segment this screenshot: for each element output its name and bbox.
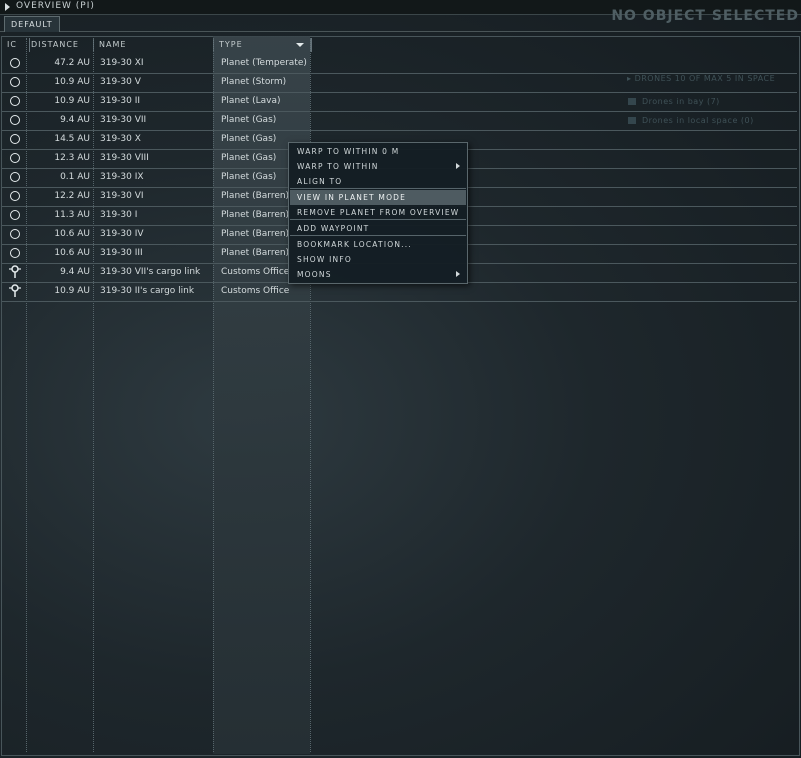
row-distance: 12.2 AU — [54, 191, 90, 201]
menu-item-label: BOOKMARK LOCATION... — [297, 240, 412, 249]
menu-item-view-in-planet-mode[interactable]: VIEW IN PLANET MODE — [290, 190, 466, 205]
row-type: Planet (Storm) — [221, 77, 287, 87]
tab-bar: DEFAULT — [0, 15, 801, 32]
menu-separator — [290, 219, 466, 220]
row-name: 319-30 IV — [100, 229, 144, 239]
menu-item-warp-to-within[interactable]: WARP TO WITHIN — [290, 159, 466, 174]
column-header-end — [311, 38, 312, 52]
table-row[interactable]: 47.2 AU 319-30 XI Planet (Temperate) — [2, 54, 797, 74]
collapse-triangle-icon[interactable] — [5, 3, 10, 11]
row-icon-cell — [5, 187, 23, 206]
row-icon-cell — [5, 111, 23, 130]
row-name: 319-30 III — [100, 248, 143, 258]
row-icon-cell — [5, 206, 23, 225]
row-icon-cell — [5, 168, 23, 187]
menu-item-label: REMOVE PLANET FROM OVERVIEW — [297, 208, 460, 217]
customs-office-icon — [9, 284, 21, 297]
row-icon-cell — [5, 130, 23, 149]
menu-item-label: MOONS — [297, 270, 332, 279]
submenu-arrow-icon — [456, 163, 460, 169]
menu-item-align-to[interactable]: ALIGN TO — [290, 174, 466, 189]
menu-item-remove-planet-from-overview[interactable]: REMOVE PLANET FROM OVERVIEW — [290, 205, 466, 220]
planet-icon — [10, 248, 20, 258]
row-distance: 9.4 AU — [60, 267, 90, 277]
row-type: Planet (Gas) — [221, 115, 277, 125]
row-distance: 14.5 AU — [54, 134, 90, 144]
menu-item-label: SHOW INFO — [297, 255, 352, 264]
row-distance: 10.9 AU — [54, 77, 90, 87]
customs-office-icon — [9, 265, 21, 278]
row-distance: 47.2 AU — [54, 58, 90, 68]
planet-icon — [10, 210, 20, 220]
row-icon-cell — [5, 73, 23, 92]
row-name: 319-30 X — [100, 134, 141, 144]
row-distance: 9.4 AU — [60, 115, 90, 125]
row-icon-cell — [5, 149, 23, 168]
row-name: 319-30 IX — [100, 172, 144, 182]
row-distance: 10.6 AU — [54, 229, 90, 239]
planet-icon — [10, 77, 20, 87]
menu-separator — [290, 235, 466, 236]
window-title: OVERVIEW (PI) — [16, 1, 95, 11]
menu-separator — [290, 188, 466, 189]
menu-item-warp-to-within-0-m[interactable]: WARP TO WITHIN 0 M — [290, 144, 466, 159]
planet-icon — [10, 153, 20, 163]
menu-item-label: ALIGN TO — [297, 177, 343, 186]
planet-icon — [10, 96, 20, 106]
row-distance: 12.3 AU — [54, 153, 90, 163]
menu-item-label: VIEW IN PLANET MODE — [297, 193, 407, 202]
menu-item-moons[interactable]: MOONS — [290, 267, 466, 282]
row-name: 319-30 II — [100, 96, 141, 106]
row-distance: 10.6 AU — [54, 248, 90, 258]
row-icon-cell — [5, 225, 23, 244]
row-name: 319-30 V — [100, 77, 141, 87]
planet-icon — [10, 58, 20, 68]
row-distance: 0.1 AU — [60, 172, 90, 182]
row-icon-cell — [5, 282, 23, 301]
row-type: Customs Office — [221, 286, 290, 296]
row-type: Planet (Temperate) — [221, 58, 307, 68]
column-header-distance[interactable]: DISTANCE — [27, 38, 94, 52]
table-row[interactable]: 10.9 AU 319-30 II's cargo link Customs Off… — [2, 282, 797, 302]
row-name: 319-30 I — [100, 210, 138, 220]
menu-item-label: ADD WAYPOINT — [297, 224, 370, 233]
planet-icon — [10, 115, 20, 125]
planet-icon — [10, 134, 20, 144]
row-distance: 10.9 AU — [54, 286, 90, 296]
row-name: 319-30 VIII — [100, 153, 149, 163]
sort-descending-icon[interactable] — [296, 43, 304, 47]
submenu-arrow-icon — [456, 271, 460, 277]
menu-item-bookmark-location[interactable]: BOOKMARK LOCATION... — [290, 237, 466, 252]
planet-icon — [10, 172, 20, 182]
row-name: 319-30 II's cargo link — [100, 286, 195, 296]
row-name: 319-30 VII's cargo link — [100, 267, 201, 277]
table-row[interactable]: 10.9 AU 319-30 V Planet (Storm) — [2, 73, 797, 93]
row-icon-cell — [5, 263, 23, 282]
row-type: Planet (Lava) — [221, 96, 281, 106]
row-icon-cell — [5, 244, 23, 263]
menu-item-label: WARP TO WITHIN — [297, 162, 379, 171]
tab-default[interactable]: DEFAULT — [4, 16, 60, 32]
menu-item-add-waypoint[interactable]: ADD WAYPOINT — [290, 221, 466, 236]
row-distance: 11.3 AU — [54, 210, 90, 220]
menu-item-show-info[interactable]: SHOW INFO — [290, 252, 466, 267]
row-name: 319-30 XI — [100, 58, 144, 68]
planet-icon — [10, 191, 20, 201]
row-icon-cell — [5, 54, 23, 73]
column-header-name[interactable]: NAME — [94, 38, 214, 52]
table-row[interactable]: 10.9 AU 319-30 II Planet (Lava) — [2, 92, 797, 112]
planet-icon — [10, 229, 20, 239]
row-distance: 10.9 AU — [54, 96, 90, 106]
context-menu: WARP TO WITHIN 0 M WARP TO WITHIN ALIGN TO… — [288, 142, 468, 284]
row-name: 319-30 VII — [100, 115, 147, 125]
row-name: 319-30 VI — [100, 191, 144, 201]
menu-item-label: WARP TO WITHIN 0 M — [297, 147, 400, 156]
row-icon-cell — [5, 92, 23, 111]
table-row[interactable]: 9.4 AU 319-30 VII Planet (Gas) — [2, 111, 797, 131]
